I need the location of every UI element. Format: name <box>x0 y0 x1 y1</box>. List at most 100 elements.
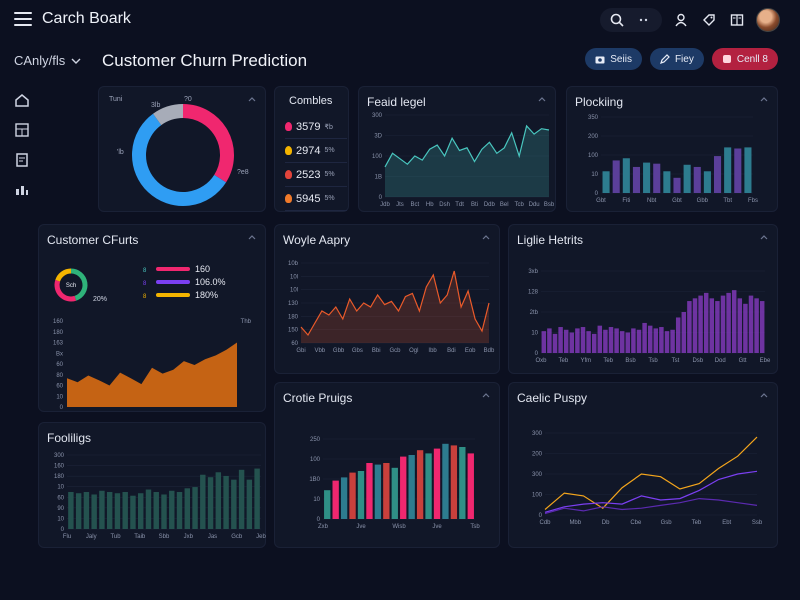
plocking-x-tick-label: Fbs <box>748 198 758 204</box>
donut-label-tr: ?0 <box>184 96 192 103</box>
lipte-x-tick-label: Tst <box>672 358 680 364</box>
lipte-bar <box>687 301 692 353</box>
pooling-x-tick-label: Jxb <box>184 534 194 540</box>
lipte-bar <box>659 327 664 353</box>
plocking-card: Plockiing 350 200 100 10 0 Gbt Fiti Nbt Gbt Gbb Tb… <box>566 86 778 212</box>
feaid-y-tick-label: 1B <box>375 175 382 181</box>
lipte-x-tick-label: Ebe <box>760 358 771 364</box>
lipte-y-tick-label: 0 <box>535 351 539 357</box>
menu-icon[interactable] <box>14 12 32 28</box>
subnav-label: CAnly/fls <box>14 53 66 68</box>
lipte-bar <box>754 298 759 353</box>
lipte-bar <box>541 331 547 353</box>
lipte-bar <box>631 328 636 353</box>
combles-title: Combles <box>289 95 333 107</box>
pooling-bar <box>231 479 237 529</box>
pooling-bar <box>223 475 229 529</box>
book-icon[interactable] <box>728 11 746 29</box>
woyle-x-tick-label: Gbi <box>296 348 305 354</box>
grid-icon[interactable] <box>14 122 30 138</box>
lipte-bar <box>608 327 614 353</box>
coelic-y-tick-label: 300 <box>532 431 543 437</box>
lipte-bar <box>614 328 619 353</box>
crone-card: Crotie Pruigs 250 100 1B0 10 0 Zxb Jve Wisb Jve T… <box>274 382 500 548</box>
lipte-x-tick-label: Tsb <box>648 358 658 364</box>
plocking-x-tick-label: Gbb <box>697 198 709 204</box>
crone-y-tick-label: 250 <box>310 437 321 443</box>
donut-slice <box>153 104 184 126</box>
pooling-y-tick-label: 90 <box>57 506 64 512</box>
woyle-y-tick-label: 10l <box>290 288 298 294</box>
combles-value: 2974 <box>296 144 321 157</box>
lipte-bar <box>681 312 687 353</box>
pooling-y-tick-label: 160 <box>54 464 65 470</box>
mini-donut-label: Sch <box>66 283 76 289</box>
pencil-icon <box>660 54 670 64</box>
crone-bar <box>357 471 365 519</box>
coelic-y-tick-label: 300 <box>532 472 543 478</box>
pooling-x-tick-label: Jaly <box>86 534 97 540</box>
plocking-y-tick-label: 200 <box>588 134 599 140</box>
crone-bar <box>349 472 356 519</box>
pooling-chart: 300 160 180 10 60 90 10 0Flu Jaly Tub Taib Sbb Jxb Ja… <box>54 453 267 540</box>
crone-y-tick-label: 0 <box>317 517 321 523</box>
lipte-bar <box>653 328 659 353</box>
donut-label-br: ?e8 <box>237 169 249 176</box>
seiis-button[interactable]: Seiis <box>585 48 642 70</box>
pooling-bar <box>192 487 198 529</box>
tag-icon[interactable] <box>700 11 718 29</box>
plocking-bar <box>663 171 671 193</box>
customer-y-tick-label: 80 <box>56 373 63 379</box>
lipte-bar <box>709 298 715 353</box>
plocking-bar <box>703 171 711 193</box>
subnav-dropdown[interactable]: CAnly/fls <box>14 53 81 68</box>
crone-bar <box>391 467 398 519</box>
pooling-x-tick-label: Flu <box>63 534 71 540</box>
home-icon[interactable] <box>14 92 30 108</box>
woyle-x-tick-label: Ibb <box>428 348 437 354</box>
fiey-button[interactable]: Fiey <box>649 48 704 70</box>
lipte-bar <box>625 332 631 353</box>
avatar[interactable] <box>756 8 780 32</box>
cenll-button[interactable]: Cenll 8 <box>711 48 778 70</box>
more-icon[interactable] <box>636 11 654 29</box>
customer-y-tick-label: 60 <box>56 362 63 368</box>
lipte-bar <box>636 329 642 353</box>
coelic-x-tick-label: Teb <box>692 520 702 526</box>
pooling-y-tick-label: 0 <box>61 527 65 533</box>
search-pill[interactable] <box>600 8 662 32</box>
plocking-bar <box>734 148 742 193</box>
legend-tag: 8 <box>143 294 147 300</box>
crone-chart: 2501001B0100Zxb Jve Wisb Jve Tsb <box>309 437 480 530</box>
coelic-chart: 300 200 300 100 0Cdb Mbb Db Cbe Gsb Teb Ebt Ssb <box>532 431 763 526</box>
document-icon[interactable] <box>14 152 30 168</box>
lipte-bar <box>569 332 575 353</box>
plocking-y-tick-label: 350 <box>588 115 599 121</box>
donut-slice <box>182 104 234 183</box>
pooling-bar <box>83 492 90 529</box>
plocking-bar <box>643 162 651 193</box>
plocking-bar <box>683 164 691 193</box>
pooling-bar <box>254 468 260 529</box>
user-icon[interactable] <box>672 11 690 29</box>
feaid-x-tick-label: Bct <box>410 202 419 208</box>
legend-swatch <box>156 267 190 271</box>
lipte-bar <box>591 333 597 353</box>
plocking-bar <box>724 147 732 193</box>
lipte-bar <box>675 317 681 353</box>
pooling-x-tick-label: Tub <box>110 534 121 540</box>
woyle-y-tick-label: 150 <box>288 328 299 334</box>
analytics-icon[interactable] <box>14 182 30 198</box>
lipte-bar <box>575 328 580 353</box>
combles-suffix: 5% <box>324 195 335 202</box>
feaid-x-tick-label: Ddb <box>484 202 496 208</box>
header-actions <box>600 8 780 32</box>
lipte-x-tick-label: Oxb <box>535 358 547 364</box>
pooling-bar <box>246 479 253 529</box>
search-icon[interactable] <box>608 11 626 29</box>
pooling-y-tick-label: 60 <box>57 495 64 501</box>
customer-y-tick-label: 10 <box>56 394 63 400</box>
combles-list: 3579 ₹b 2974 5% 2523 5% 5945 5% <box>285 115 347 211</box>
legend-tag: 8 <box>143 281 147 287</box>
pooling-y-tick-label: 10 <box>57 516 64 522</box>
